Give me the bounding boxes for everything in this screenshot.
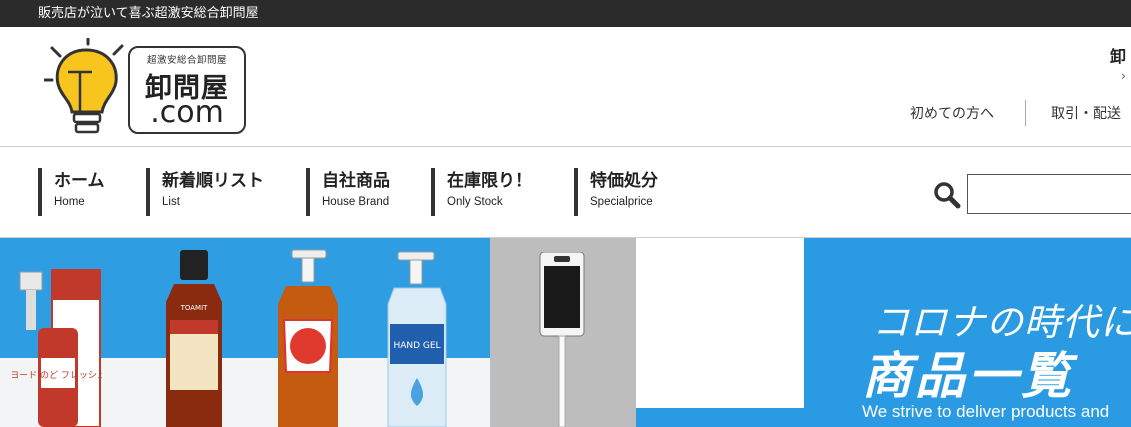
main-navigation: ホーム Home 新着順リスト List 自社商品 House Brand 在庫… bbox=[0, 148, 1131, 238]
product-label: HAND GEL bbox=[393, 341, 440, 351]
product-image: ヨード のど フレッシュ bbox=[12, 269, 102, 427]
site-header: 超激安総合卸問屋 卸問屋 .com 卸 › 初めての方へ 取引・配送 bbox=[0, 27, 1131, 147]
header-divider bbox=[1025, 100, 1026, 126]
product-label: ヨード のど フレッシュ bbox=[12, 370, 102, 381]
nav-label-jp: 在庫限り！ bbox=[447, 171, 532, 191]
nav-label-en: House Brand bbox=[322, 196, 390, 208]
hero-white-panel bbox=[636, 238, 804, 427]
product-image: HAND GEL bbox=[387, 251, 447, 427]
product-brand: TOAMIT bbox=[180, 304, 209, 312]
nav-item-special-price[interactable]: 特価処分 Specialprice bbox=[574, 168, 658, 216]
hero-banner[interactable]: ヨード のど フレッシュ TOAMIT HAND GEL コロナの時代に 商品一… bbox=[0, 238, 1131, 427]
nav-label-en: Only Stock bbox=[447, 196, 503, 208]
nav-label-jp: 特価処分 bbox=[590, 171, 658, 191]
nav-label-jp: ホーム bbox=[54, 171, 105, 191]
trade-shipping-link[interactable]: 取引・配送 bbox=[1051, 103, 1121, 123]
hero-title: 商品一覧 bbox=[862, 347, 1074, 405]
search-input[interactable] bbox=[967, 174, 1131, 214]
logo-domain: .com bbox=[150, 95, 224, 130]
nav-label-en: Home bbox=[54, 196, 85, 208]
product-image: TOAMIT bbox=[166, 250, 222, 427]
nav-label-jp: 自社商品 bbox=[322, 171, 390, 191]
header-right-title[interactable]: 卸 bbox=[1110, 43, 1126, 67]
nav-item-home[interactable]: ホーム Home bbox=[38, 168, 105, 216]
top-tagline-bar: 販売店が泣いて喜ぶ超激安総合卸問屋 bbox=[0, 0, 1131, 27]
logo-text-box: 超激安総合卸問屋 卸問屋 .com bbox=[128, 46, 246, 134]
search-icon[interactable] bbox=[933, 181, 961, 209]
thermometer-kiosk-image bbox=[539, 252, 585, 427]
nav-label-en: List bbox=[162, 196, 180, 208]
logo-subtitle: 超激安総合卸問屋 bbox=[146, 55, 227, 66]
first-time-guide-link[interactable]: 初めての方へ bbox=[910, 103, 994, 123]
hero-english-subtitle: We strive to deliver products and bbox=[862, 402, 1110, 421]
chevron-right-icon[interactable]: › bbox=[1121, 69, 1126, 83]
site-logo[interactable]: 超激安総合卸問屋 卸問屋 .com bbox=[44, 38, 250, 138]
nav-label-en: Specialprice bbox=[590, 196, 653, 208]
product-image bbox=[278, 249, 338, 427]
tagline-text: 販売店が泣いて喜ぶ超激安総合卸問屋 bbox=[38, 6, 259, 21]
nav-label-jp: 新着順リスト bbox=[162, 171, 264, 191]
hero-accent-stripe bbox=[636, 408, 806, 427]
nav-item-house-brand[interactable]: 自社商品 House Brand bbox=[306, 168, 390, 216]
nav-item-list[interactable]: 新着順リスト List bbox=[146, 168, 264, 216]
nav-item-only-stock[interactable]: 在庫限り！ Only Stock bbox=[431, 168, 532, 216]
